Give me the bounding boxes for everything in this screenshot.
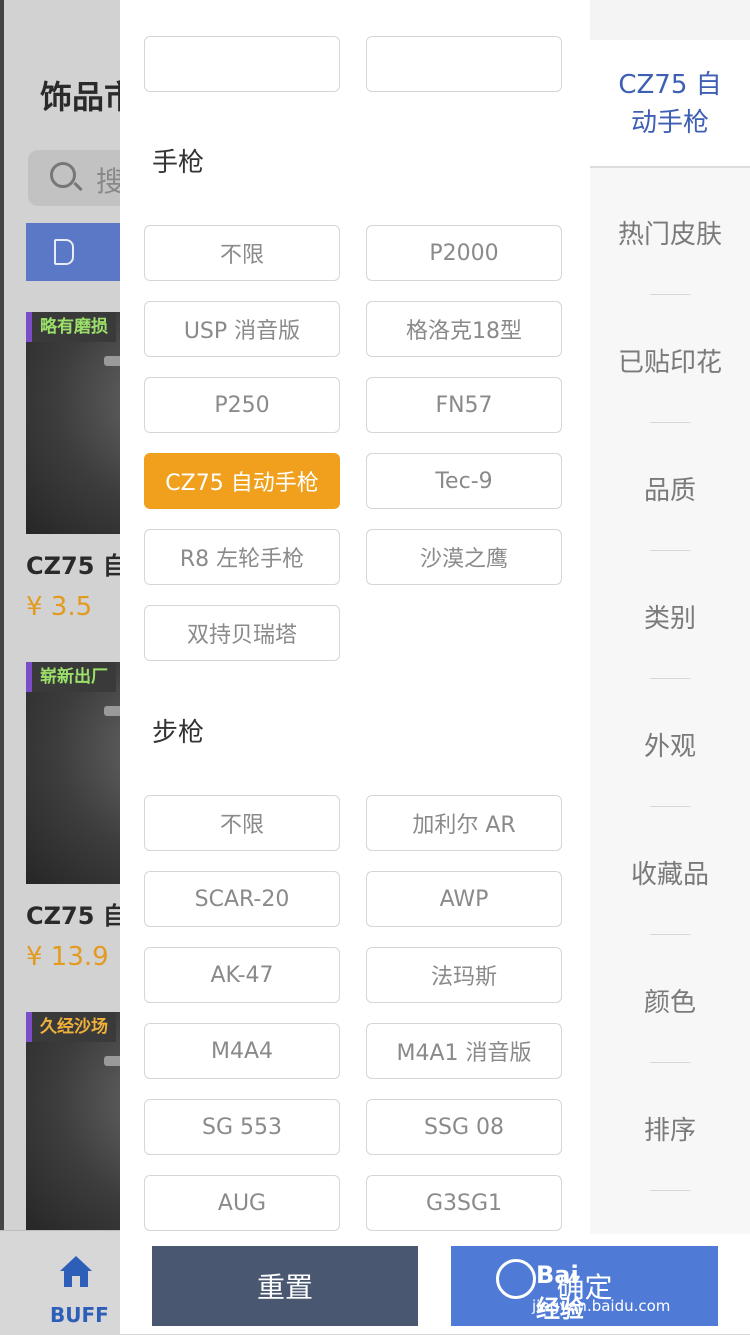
option-usp-s[interactable]: USP 消音版 (144, 301, 340, 357)
filter-drawer: 手枪 不限 P2000 USP 消音版 格洛克18型 P250 FN57 CZ7… (120, 0, 750, 1334)
nav-item-sort[interactable]: 排序 (590, 1110, 750, 1147)
nav-divider (650, 294, 690, 295)
tab-buff-label: BUFF (50, 1303, 109, 1327)
nav-active-label-line2: 动手枪 (630, 108, 709, 138)
option-rifle-unlimited[interactable]: 不限 (144, 795, 340, 851)
filter-options-panel[interactable]: 手枪 不限 P2000 USP 消音版 格洛克18型 P250 FN57 CZ7… (120, 0, 590, 1234)
nav-divider (650, 1190, 690, 1191)
option-glock-18[interactable]: 格洛克18型 (366, 301, 562, 357)
item-name[interactable]: CZ75 自 (26, 896, 127, 931)
nav-item-stickers[interactable]: 已贴印花 (590, 342, 750, 379)
nav-active-label-line1: CZ75 自 (618, 70, 722, 100)
section-title-pistol: 手枪 (152, 148, 205, 178)
home-icon[interactable] (56, 1251, 96, 1291)
nav-divider (650, 934, 690, 935)
option-ak-47[interactable]: AK-47 (144, 947, 340, 1003)
wear-badge: 略有磨损 (26, 312, 116, 342)
reset-button[interactable]: 重置 (152, 1246, 418, 1326)
nav-divider (650, 422, 690, 423)
nav-divider (650, 806, 690, 807)
option-scar-20[interactable]: SCAR-20 (144, 871, 340, 927)
option-ssg-08[interactable]: SSG 08 (366, 1099, 562, 1155)
nav-item-category[interactable]: 类别 (590, 598, 750, 635)
option-pistol-unlimited[interactable]: 不限 (144, 225, 340, 281)
wear-badge: 久经沙场 (26, 1012, 116, 1042)
search-icon (50, 162, 76, 188)
item-price: ¥ 3.5 (26, 592, 93, 622)
nav-item-active[interactable]: CZ75 自 动手枪 (590, 40, 750, 168)
option-g3sg1[interactable]: G3SG1 (366, 1175, 562, 1231)
option-famas[interactable]: 法玛斯 (366, 947, 562, 1003)
option-galil-ar[interactable]: 加利尔 AR (366, 795, 562, 851)
speaker-icon (54, 239, 74, 265)
option-p250[interactable]: P250 (144, 377, 340, 433)
nav-divider (650, 1062, 690, 1063)
filter-option[interactable] (144, 36, 340, 92)
option-cz75-selected[interactable]: CZ75 自动手枪 (144, 453, 340, 509)
item-price: ¥ 13.9 (26, 942, 109, 972)
nav-item-color[interactable]: 颜色 (590, 982, 750, 1019)
nav-item-hot-skins[interactable]: 热门皮肤 (590, 214, 750, 251)
section-title-rifle: 步枪 (152, 718, 205, 748)
screen-edge (0, 0, 4, 1334)
item-name[interactable]: CZ75 自 (26, 546, 127, 581)
filter-option[interactable] (366, 36, 562, 92)
filter-category-nav: CZ75 自 动手枪 热门皮肤 已贴印花 品质 类别 外观 收藏品 颜色 排序 (590, 0, 750, 1234)
option-fn57[interactable]: FN57 (366, 377, 562, 433)
option-sg-553[interactable]: SG 553 (144, 1099, 340, 1155)
nav-item-exterior[interactable]: 外观 (590, 726, 750, 763)
nav-item-quality[interactable]: 品质 (590, 470, 750, 507)
nav-item-collection[interactable]: 收藏品 (590, 854, 750, 891)
option-awp[interactable]: AWP (366, 871, 562, 927)
option-p2000[interactable]: P2000 (366, 225, 562, 281)
nav-divider (650, 678, 690, 679)
drawer-footer: 重置 确定 (120, 1234, 750, 1334)
nav-top-spacer (590, 0, 750, 40)
nav-divider (650, 550, 690, 551)
option-tec-9[interactable]: Tec-9 (366, 453, 562, 509)
option-desert-eagle[interactable]: 沙漠之鹰 (366, 529, 562, 585)
option-dual-berettas[interactable]: 双持贝瑞塔 (144, 605, 340, 661)
option-aug[interactable]: AUG (144, 1175, 340, 1231)
wear-badge: 崭新出厂 (26, 662, 116, 692)
confirm-button[interactable]: 确定 (451, 1246, 718, 1326)
option-m4a4[interactable]: M4A4 (144, 1023, 340, 1079)
option-m4a1-s[interactable]: M4A1 消音版 (366, 1023, 562, 1079)
option-r8-revolver[interactable]: R8 左轮手枪 (144, 529, 340, 585)
